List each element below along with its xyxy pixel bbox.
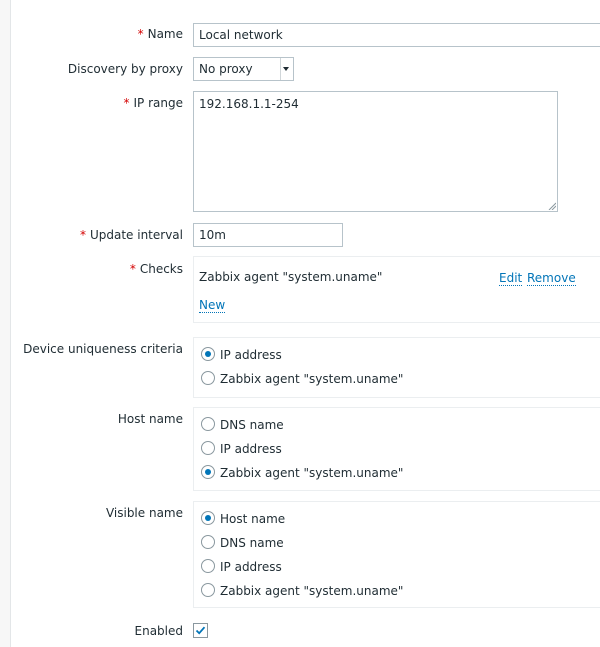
radio-unselected-icon[interactable] [201, 559, 215, 573]
radio-selected-icon[interactable] [201, 511, 215, 525]
resize-handle-icon[interactable] [548, 202, 556, 210]
uniqueness-radio-group: IP address Zabbix agent "system.uname" [193, 337, 600, 398]
radio-unselected-icon[interactable] [201, 441, 215, 455]
radio-selected-icon[interactable] [201, 347, 215, 361]
enabled-checkbox[interactable] [193, 623, 208, 638]
radio-unselected-icon[interactable] [201, 535, 215, 549]
host-name-label: Host name [117, 412, 183, 426]
radio-unselected-icon[interactable] [201, 371, 215, 385]
check-item-text: Zabbix agent "system.uname" [199, 270, 383, 284]
visible-name-radio-group: Host name DNS name IP address Zabbix age… [193, 501, 600, 608]
checks-box: Zabbix agent "system.uname" Edit Remove … [193, 256, 600, 323]
required-marker: * [123, 96, 130, 110]
required-marker: * [137, 27, 144, 41]
name-input[interactable]: Local network [193, 23, 600, 47]
chevron-down-icon [283, 67, 289, 71]
visible-name-label: Visible name [105, 506, 183, 520]
proxy-select-value: No proxy [199, 62, 253, 76]
radio-unselected-icon[interactable] [201, 417, 215, 431]
proxy-label: Discovery by proxy [67, 62, 183, 76]
checkmark-icon [195, 626, 206, 635]
update-interval-label: * Update interval [79, 228, 183, 242]
check-remove-link[interactable]: Remove [527, 271, 576, 286]
radio-selected-icon[interactable] [201, 465, 215, 479]
ip-range-value: 192.168.1.1-254 [199, 97, 299, 111]
check-new-link[interactable]: New [199, 298, 226, 313]
host-name-radio-group: DNS name IP address Zabbix agent "system… [193, 407, 600, 491]
required-marker: * [129, 262, 136, 276]
uniqueness-label: Device uniqueness criteria [23, 342, 183, 356]
ip-range-textarea[interactable]: 192.168.1.1-254 [193, 91, 558, 212]
check-edit-link[interactable]: Edit [499, 271, 523, 286]
proxy-select[interactable]: No proxy [193, 57, 294, 81]
enabled-label: Enabled [134, 624, 184, 638]
required-marker: * [79, 228, 86, 242]
update-interval-input[interactable]: 10m [193, 223, 343, 247]
ip-range-label: * IP range [123, 96, 183, 110]
checks-label: * Checks [129, 262, 183, 276]
radio-unselected-icon[interactable] [201, 583, 215, 597]
name-label: * Name [137, 27, 183, 41]
